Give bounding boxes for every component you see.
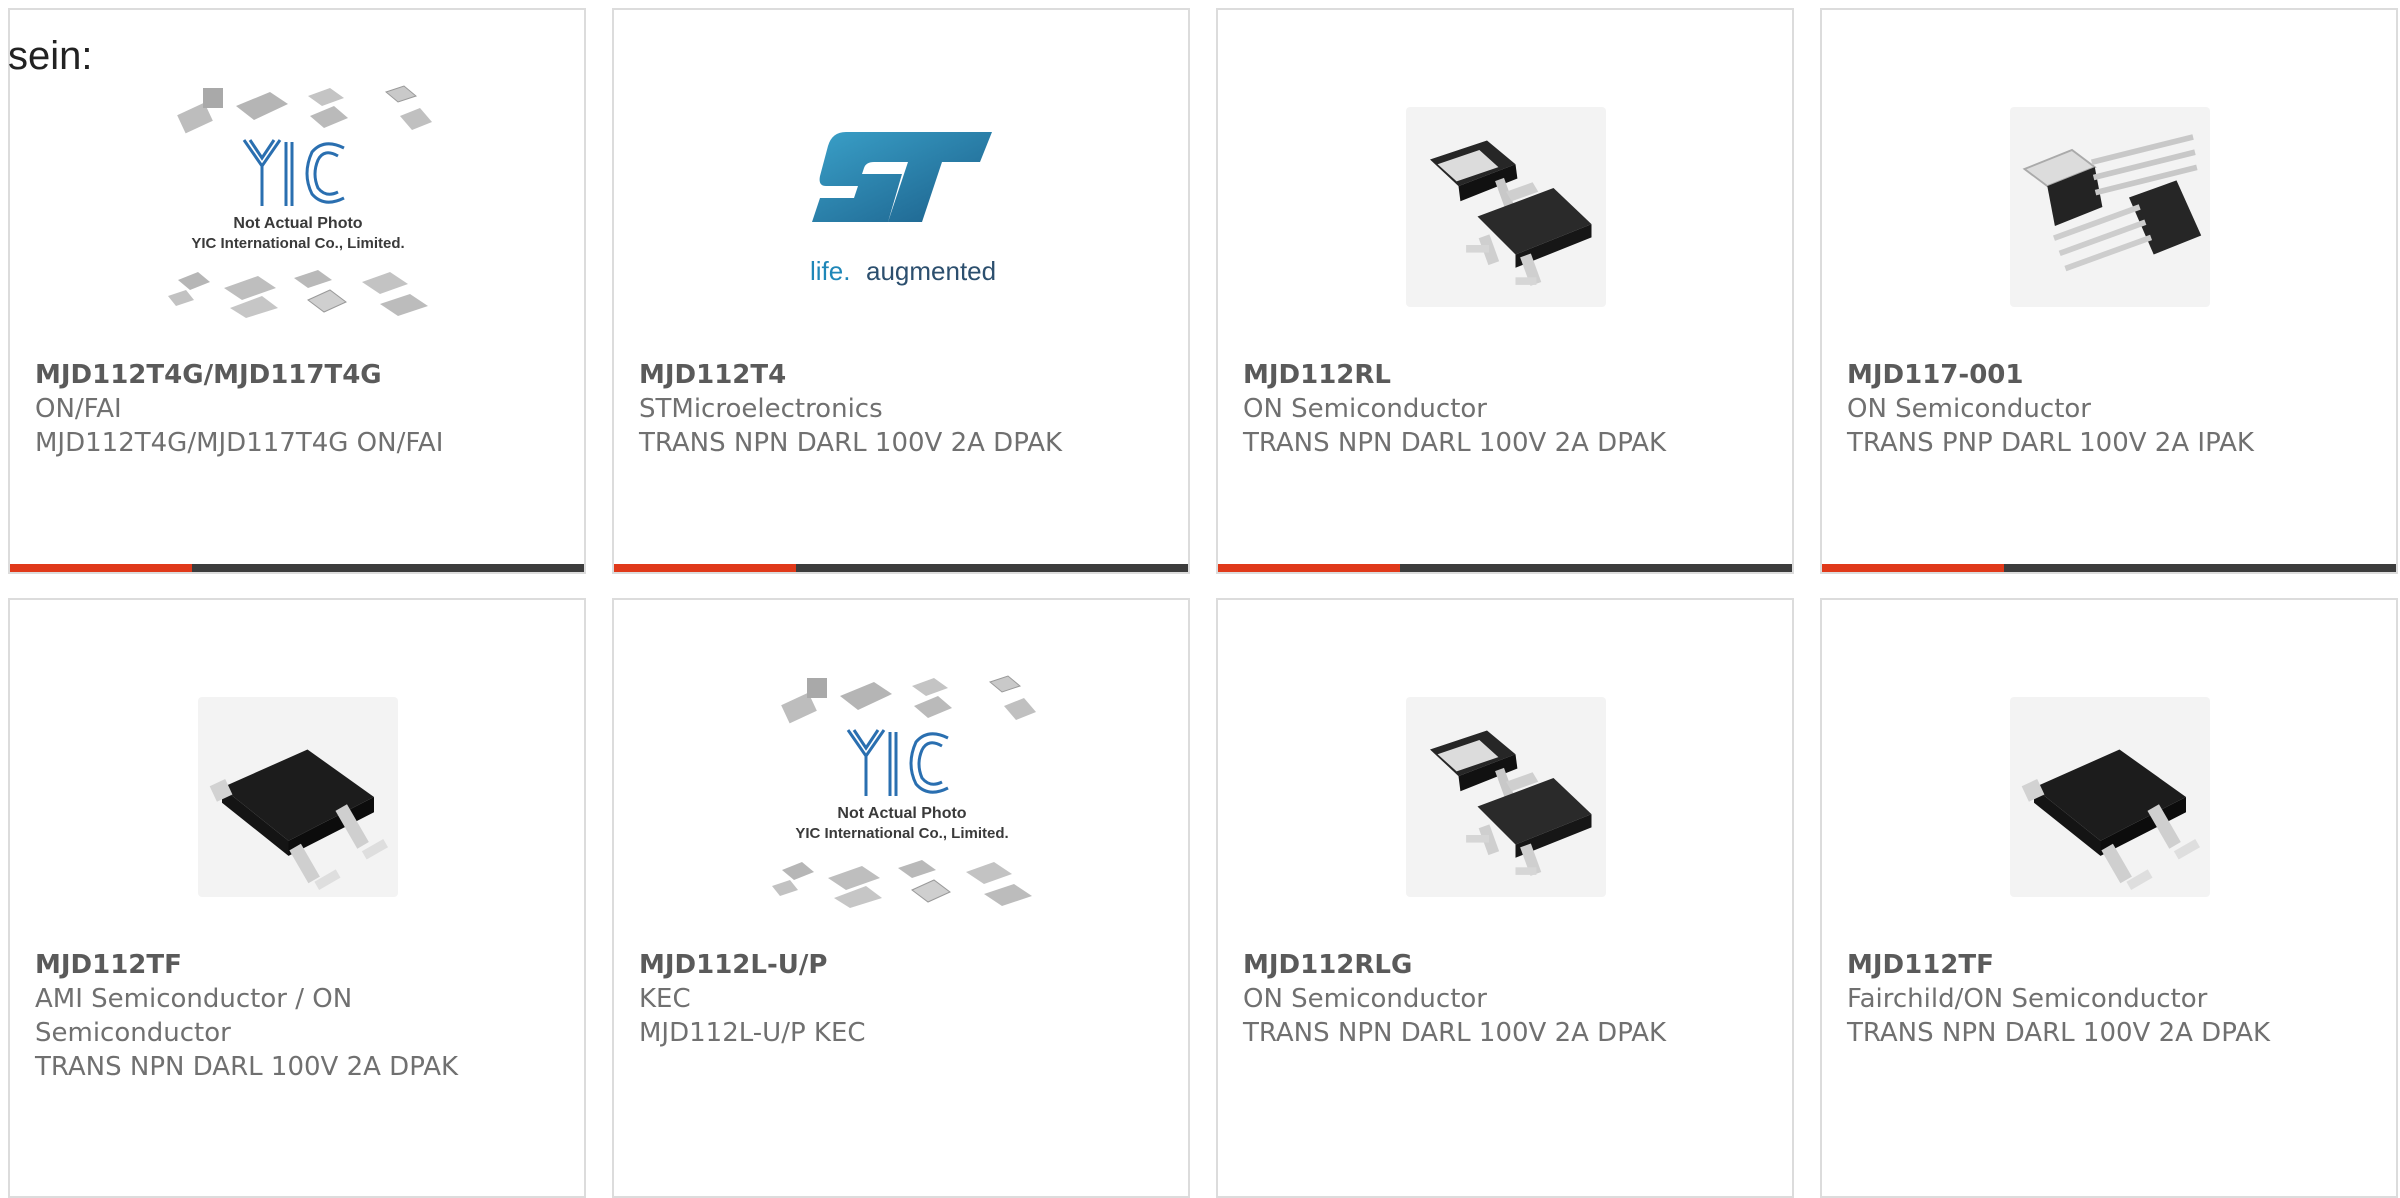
product-card[interactable]: MJD112RL ON Semiconductor TRANS NPN DARL… xyxy=(1216,8,1794,574)
product-card[interactable]: MJD112TF Fairchild/ON Semiconductor TRAN… xyxy=(1820,598,2398,1198)
manufacturer: STMicroelectronics xyxy=(639,394,883,424)
part-number[interactable]: MJD112RLG xyxy=(1243,948,1772,982)
part-number[interactable]: MJD112TF xyxy=(1847,948,2376,982)
product-card[interactable]: life. augmented MJD112T4 STMicroelectron… xyxy=(612,8,1190,574)
part-number[interactable]: MJD112RL xyxy=(1243,358,1772,392)
product-card[interactable]: Not Actual Photo YIC International Co., … xyxy=(612,598,1190,1198)
description: TRANS PNP DARL 100V 2A IPAK xyxy=(1847,428,2254,458)
manufacturer: ON Semiconductor xyxy=(1243,984,1487,1014)
description: MJD112L-U/P KEC xyxy=(639,1018,866,1048)
yic-placeholder-icon[interactable]: Not Actual Photo YIC International Co., … xyxy=(702,662,1102,932)
st-logo-icon[interactable]: life. augmented xyxy=(702,72,1102,342)
description: TRANS NPN DARL 100V 2A DPAK xyxy=(35,1052,459,1082)
card-accent xyxy=(614,564,796,572)
manufacturer: AMI Semiconductor / ON Semiconductor xyxy=(35,984,353,1048)
yic-placeholder-icon[interactable]: Not Actual Photo YIC International Co., … xyxy=(98,72,498,342)
product-card[interactable]: MJD112TF AMI Semiconductor / ON Semicond… xyxy=(8,598,586,1198)
logo-tagline-life: life. xyxy=(810,256,850,286)
product-card[interactable]: MJD112RLG ON Semiconductor TRANS NPN DAR… xyxy=(1216,598,1794,1198)
manufacturer: ON Semiconductor xyxy=(1243,394,1487,424)
manufacturer: ON/FAI xyxy=(35,394,122,424)
description: TRANS NPN DARL 100V 2A DPAK xyxy=(1243,428,1667,458)
description: TRANS NPN DARL 100V 2A DPAK xyxy=(1847,1018,2271,1048)
manufacturer: KEC xyxy=(639,984,691,1014)
part-number[interactable]: MJD112L-U/P xyxy=(639,948,1168,982)
ipak-pair-icon[interactable] xyxy=(1910,72,2310,342)
description: MJD112T4G/MJD117T4G ON/FAI xyxy=(35,428,444,458)
card-footer-bar xyxy=(614,564,1188,572)
logo-tagline-augmented: augmented xyxy=(866,256,996,286)
card-footer-bar xyxy=(10,564,584,572)
description: TRANS NPN DARL 100V 2A DPAK xyxy=(639,428,1063,458)
card-accent xyxy=(10,564,192,572)
yic-caption-2: YIC International Co., Limited. xyxy=(795,825,1008,842)
part-number[interactable]: MJD112TF xyxy=(35,948,465,982)
intro-text: sein: xyxy=(8,34,93,78)
description: TRANS NPN DARL 100V 2A DPAK xyxy=(1243,1018,1667,1048)
dpak-single-icon[interactable] xyxy=(98,662,498,932)
yic-caption-1: Not Actual Photo xyxy=(233,215,362,232)
card-accent xyxy=(1218,564,1400,572)
dpak-pair-icon[interactable] xyxy=(1306,662,1706,932)
card-footer-bar xyxy=(1822,564,2396,572)
manufacturer: ON Semiconductor xyxy=(1847,394,2091,424)
product-card[interactable]: MJD117-001 ON Semiconductor TRANS PNP DA… xyxy=(1820,8,2398,574)
yic-caption-2: YIC International Co., Limited. xyxy=(191,235,404,252)
dpak-pair-icon[interactable] xyxy=(1306,72,1706,342)
manufacturer: Fairchild/ON Semiconductor xyxy=(1847,984,2208,1014)
card-accent xyxy=(1822,564,2004,572)
yic-caption-1: Not Actual Photo xyxy=(837,805,966,822)
card-footer-bar xyxy=(1218,564,1792,572)
part-number[interactable]: MJD112T4 xyxy=(639,358,1168,392)
product-card[interactable]: Not Actual Photo YIC International Co., … xyxy=(8,8,586,574)
part-number[interactable]: MJD117-001 xyxy=(1847,358,2376,392)
dpak-single-icon[interactable] xyxy=(1910,662,2310,932)
part-number[interactable]: MJD112T4G/MJD117T4G xyxy=(35,358,564,392)
